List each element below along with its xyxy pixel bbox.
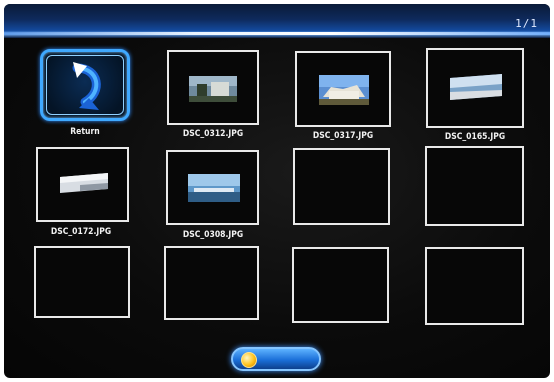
ok-indicator-icon xyxy=(241,352,257,368)
media-browser-screen: 1/1 Return DSC_0312.JPG DSC_0317.JPG DSC… xyxy=(4,4,550,378)
return-tile[interactable] xyxy=(40,49,130,121)
empty-tile xyxy=(425,247,524,325)
file-tile-dsc-0172[interactable] xyxy=(36,147,129,222)
file-label: DSC_0312.JPG xyxy=(182,129,244,139)
file-label: DSC_0165.JPG xyxy=(444,132,506,142)
file-tile-dsc-0317[interactable] xyxy=(295,51,391,127)
page-indicator: 1/1 xyxy=(515,17,538,30)
file-label: DSC_0172.JPG xyxy=(50,227,112,237)
photo-thumbnail xyxy=(60,173,108,193)
file-tile-dsc-0308[interactable] xyxy=(166,150,259,225)
photo-thumbnail xyxy=(188,174,240,202)
empty-tile xyxy=(292,247,389,323)
photo-thumbnail xyxy=(319,75,369,105)
file-tile-dsc-0165[interactable] xyxy=(426,48,524,128)
menu-button[interactable] xyxy=(231,347,321,371)
empty-tile xyxy=(425,146,524,226)
file-label: DSC_0308.JPG xyxy=(182,230,244,240)
title-bar-highlight xyxy=(4,32,550,35)
return-arrow-icon xyxy=(72,62,101,110)
empty-tile xyxy=(34,246,130,318)
empty-tile xyxy=(293,148,390,225)
file-tile-dsc-0312[interactable] xyxy=(167,50,259,125)
photo-thumbnail xyxy=(450,74,502,100)
photo-thumbnail xyxy=(189,76,237,102)
return-label: Return xyxy=(70,127,100,137)
empty-tile xyxy=(164,246,259,320)
file-label: DSC_0317.JPG xyxy=(312,131,374,141)
